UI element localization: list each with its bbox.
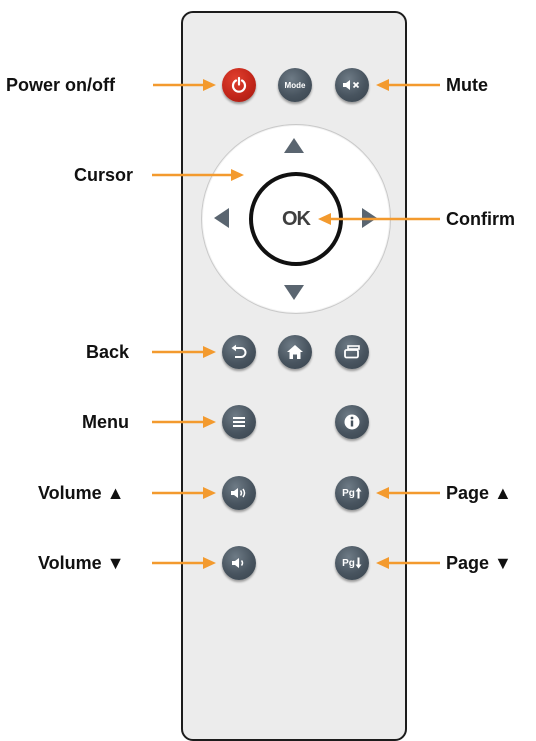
power-label: Power on/off: [6, 75, 115, 95]
volume-down-label: Volume ▼: [38, 553, 125, 573]
volume-up-label: Volume ▲: [38, 483, 125, 503]
volume-up-callout-arrow: [152, 487, 216, 499]
page-down-callout-arrow: [376, 557, 440, 569]
confirm-callout-arrow: [318, 213, 440, 225]
page-up-callout-arrow: [376, 487, 440, 499]
mute-label: Mute: [446, 75, 488, 95]
back-callout-arrow: [152, 346, 216, 358]
confirm-label: Confirm: [446, 209, 515, 229]
volume-down-callout-arrow: [152, 557, 216, 569]
cursor-callout-arrow: [152, 169, 244, 181]
cursor-label: Cursor: [74, 165, 134, 185]
menu-callout-arrow: [152, 416, 216, 428]
power-callout-arrow: [153, 79, 216, 91]
menu-label: Menu: [82, 412, 129, 432]
back-label: Back: [86, 342, 130, 362]
mute-callout-arrow: [376, 79, 440, 91]
page-up-label: Page ▲: [446, 483, 512, 503]
callout-arrows: [152, 79, 440, 569]
page-down-label: Page ▼: [446, 553, 512, 573]
